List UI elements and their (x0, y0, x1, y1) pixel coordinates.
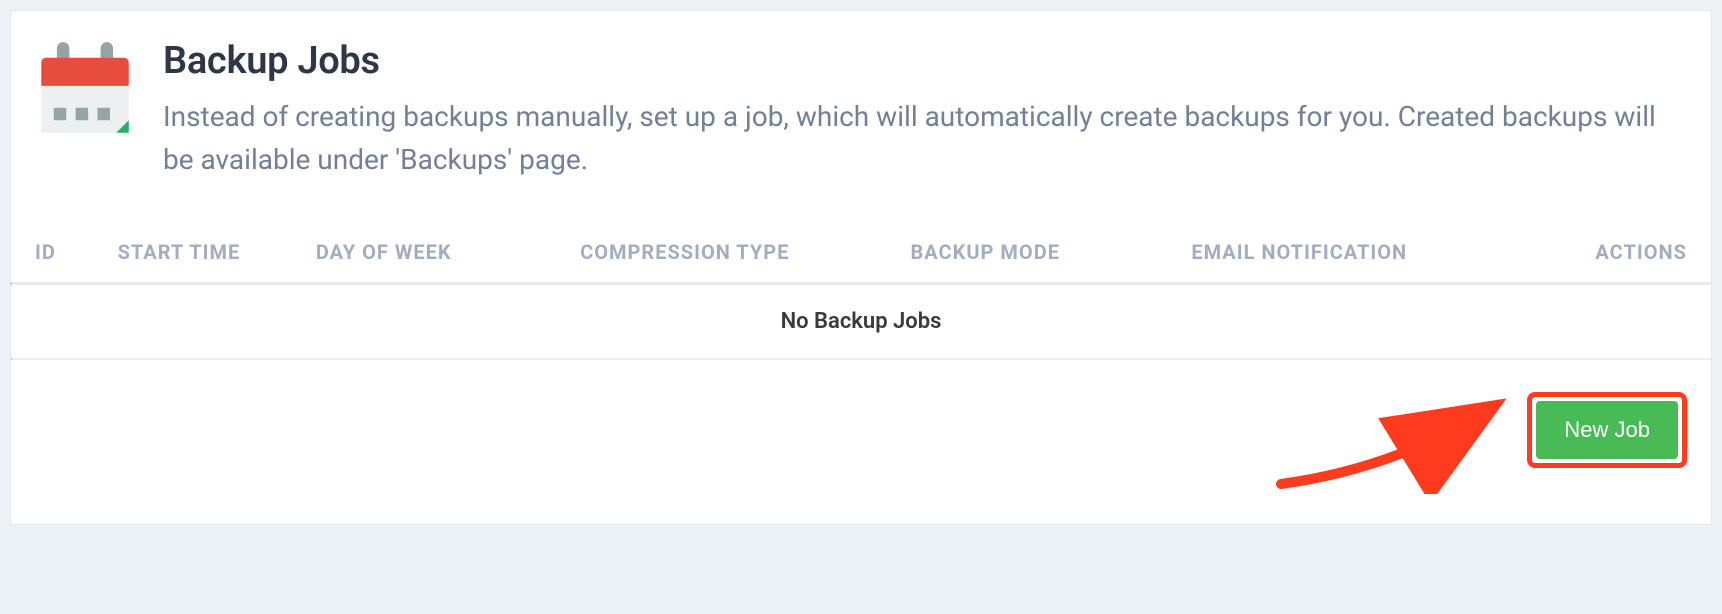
annotation-arrow-icon (1271, 374, 1511, 494)
column-compression-type: COMPRESSION TYPE (580, 240, 910, 264)
panel-header: Backup Jobs Instead of creating backups … (11, 11, 1711, 200)
panel-footer: New Job (11, 360, 1711, 524)
page-title: Backup Jobs (163, 39, 1687, 83)
new-job-highlight: New Job (1527, 392, 1687, 468)
column-id: ID (35, 240, 118, 264)
table-header-row: ID START TIME DAY OF WEEK COMPRESSION TY… (11, 240, 1711, 264)
backup-jobs-panel: Backup Jobs Instead of creating backups … (10, 10, 1712, 525)
new-job-button[interactable]: New Job (1536, 401, 1678, 459)
column-start-time: START TIME (118, 240, 316, 264)
column-email-notification: EMAIL NOTIFICATION (1191, 240, 1521, 264)
empty-state-message: No Backup Jobs (11, 285, 1711, 358)
column-backup-mode: BACKUP MODE (911, 240, 1192, 264)
column-day-of-week: DAY OF WEEK (316, 240, 580, 264)
header-text: Backup Jobs Instead of creating backups … (163, 39, 1687, 182)
calendar-icon (35, 39, 135, 139)
column-actions: ACTIONS (1522, 240, 1687, 264)
page-description: Instead of creating backups manually, se… (163, 95, 1687, 182)
